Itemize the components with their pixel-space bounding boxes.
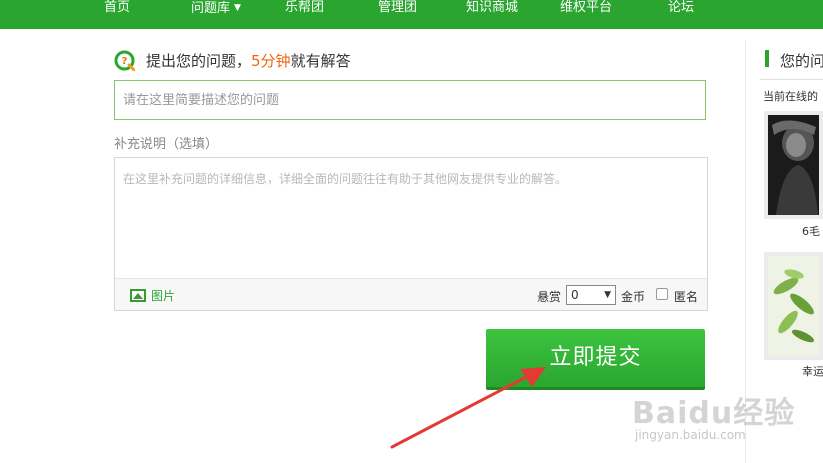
- nav-item-forum[interactable]: 论坛: [668, 0, 694, 16]
- title-highlight: 5分钟: [251, 52, 291, 70]
- watermark-url: jingyan.baidu.com: [635, 428, 746, 442]
- question-title-input[interactable]: [115, 81, 705, 119]
- image-button-label: 图片: [151, 288, 176, 303]
- nav-item-knowledge-mall[interactable]: 知识商城: [466, 0, 518, 16]
- sidebar-title: 您的问: [780, 52, 823, 70]
- question-title-field: [114, 80, 706, 120]
- top-navigation: 首页 问题库 ▼ 乐帮团 管理团 知识商城 维权平台 论坛: [0, 0, 823, 29]
- online-user-card[interactable]: 幸运: [764, 252, 823, 378]
- online-user-name[interactable]: 幸运: [802, 363, 823, 379]
- nav-item-home[interactable]: 首页: [104, 0, 130, 16]
- question-detail-textarea[interactable]: [115, 158, 707, 278]
- user-photo-image: [768, 256, 819, 356]
- nav-item-admin-group[interactable]: 管理团: [378, 0, 417, 16]
- question-icon: ?: [114, 50, 135, 71]
- chevron-down-icon: ▼: [234, 3, 241, 13]
- title-prefix: 提出您的问题，: [146, 52, 252, 70]
- sidebar-title-accent: [765, 50, 769, 67]
- online-user-name[interactable]: 6毛: [802, 223, 820, 239]
- online-user-card[interactable]: 6毛: [764, 111, 823, 238]
- baidu-jingyan-watermark: Baidu经验 jingyan.baidu.com: [632, 388, 823, 463]
- user-photo-image: [768, 115, 819, 215]
- ask-question-title: 提出您的问题，5分钟就有解答: [146, 50, 351, 71]
- avatar[interactable]: [764, 111, 823, 219]
- anonymous-label: 匿名: [674, 290, 699, 304]
- image-icon: [130, 288, 146, 302]
- watermark-logo-text: Baidu经验: [632, 396, 796, 431]
- reward-select[interactable]: 0 ▼: [566, 285, 616, 305]
- avatar[interactable]: [764, 252, 823, 360]
- supplement-label: 补充说明（选填）: [114, 137, 219, 152]
- title-suffix: 就有解答: [290, 52, 351, 70]
- nav-item-question-library[interactable]: 问题库 ▼: [191, 0, 241, 16]
- sidebar-divider: [745, 40, 746, 463]
- nav-item-label: 问题库: [191, 1, 231, 16]
- coin-label: 金币: [621, 290, 646, 304]
- reward-label: 悬赏: [537, 290, 562, 304]
- red-arrow-annotation: [390, 367, 546, 449]
- nav-item-help-group[interactable]: 乐帮团: [285, 0, 324, 16]
- dropdown-arrow-icon: ▼: [604, 290, 611, 300]
- question-detail-box: 图片 悬赏 0 ▼ 金币 匿名: [114, 157, 708, 311]
- online-users-label: 当前在线的: [763, 90, 818, 103]
- svg-text:?: ?: [122, 56, 128, 67]
- sidebar-separator: [760, 79, 823, 80]
- nav-item-rights-platform[interactable]: 维权平台: [560, 0, 612, 16]
- insert-image-button[interactable]: 图片: [130, 286, 175, 304]
- reward-value: 0: [571, 288, 579, 302]
- anonymous-checkbox[interactable]: [656, 288, 668, 300]
- detail-toolbar: 图片 悬赏 0 ▼ 金币 匿名: [115, 278, 707, 310]
